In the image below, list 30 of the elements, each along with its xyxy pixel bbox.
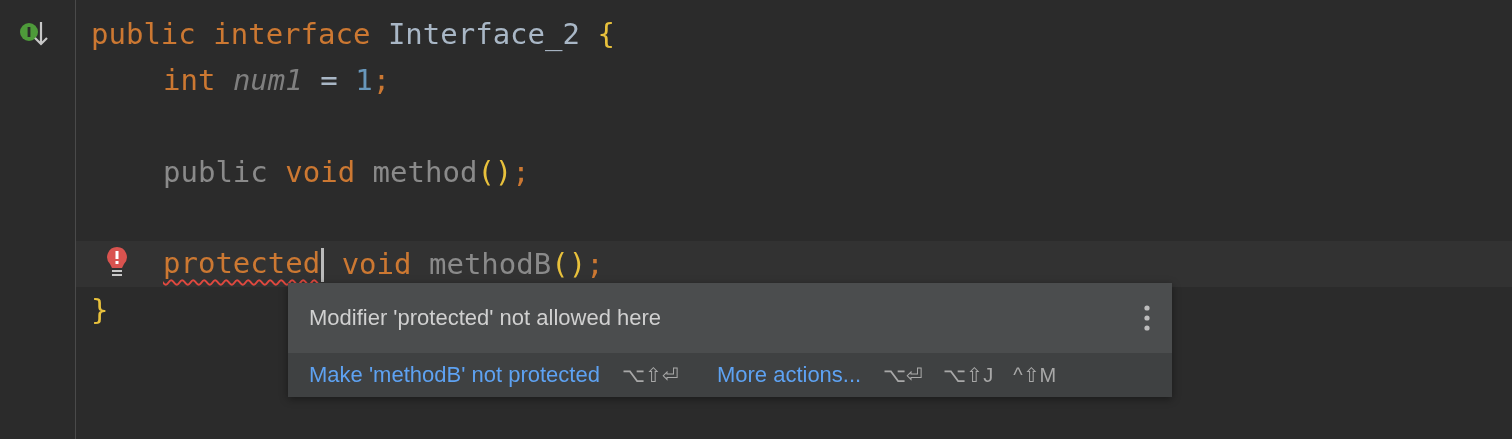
code-token: } bbox=[91, 293, 109, 327]
code-token: ; bbox=[372, 63, 391, 97]
code-token: () bbox=[477, 155, 513, 189]
keyword: public bbox=[91, 17, 196, 51]
quick-fix-link[interactable]: More actions... bbox=[716, 362, 862, 388]
code-token: public bbox=[163, 155, 268, 189]
more-options-icon[interactable] bbox=[1144, 305, 1150, 331]
keyword: interface bbox=[213, 17, 371, 51]
code-token: num1 bbox=[232, 63, 303, 97]
shortcut-hint: ⌥⇧⏎ bbox=[621, 363, 679, 387]
implemented-interface-icon[interactable] bbox=[19, 20, 49, 48]
error-bulb-icon[interactable] bbox=[105, 246, 129, 278]
code-token: { bbox=[597, 17, 615, 51]
code-token: ; bbox=[512, 155, 530, 189]
keyword: protected bbox=[163, 246, 321, 280]
code-token: = bbox=[320, 63, 338, 97]
keyword: void bbox=[285, 155, 356, 189]
keyword: int bbox=[163, 63, 216, 97]
code-token: method bbox=[372, 155, 478, 189]
quick-fix-link[interactable]: Make 'methodB' not protected bbox=[309, 362, 600, 388]
code-token: Interface_2 bbox=[387, 17, 580, 51]
code-token: methodB bbox=[429, 247, 552, 281]
error-message: Modifier 'protected' not allowed here bbox=[309, 305, 662, 331]
shortcut-hint: ^⇧M bbox=[1013, 363, 1057, 387]
code-token: ; bbox=[586, 247, 604, 281]
code-token: () bbox=[551, 247, 587, 281]
code-token: 1 bbox=[355, 63, 373, 97]
shortcut-hint: ⌥⏎ bbox=[883, 363, 924, 387]
shortcut-hint: ⌥⇧J bbox=[943, 363, 994, 387]
keyword: void bbox=[341, 247, 412, 281]
